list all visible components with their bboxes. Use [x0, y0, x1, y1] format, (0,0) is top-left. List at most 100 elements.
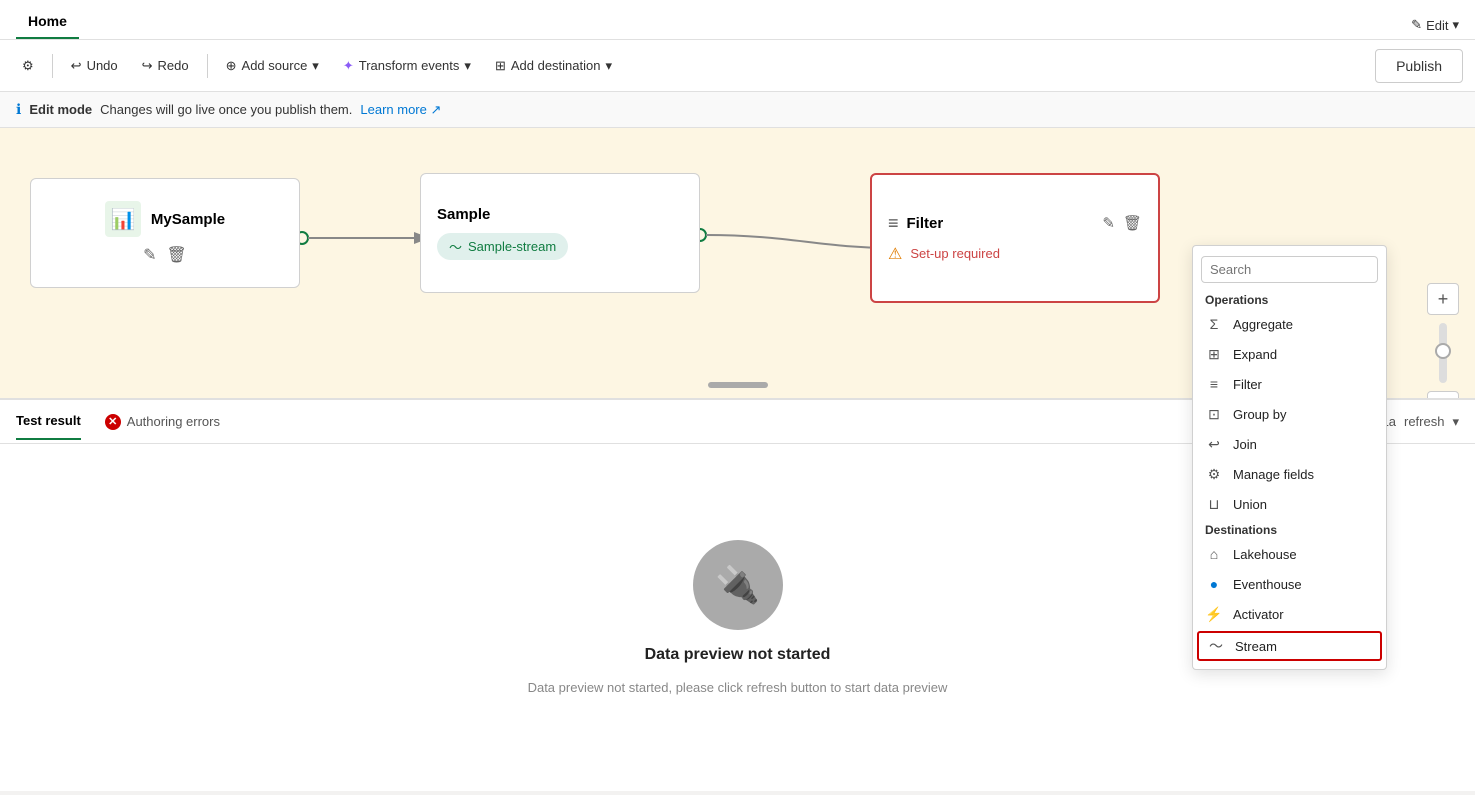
settings-button[interactable]: ⚙ — [12, 52, 44, 80]
mysample-delete-icon[interactable]: 🗑 — [167, 245, 187, 265]
edit-mode-label: Edit mode — [29, 102, 92, 117]
join-label: Join — [1233, 437, 1257, 452]
home-tab[interactable]: Home — [16, 5, 79, 39]
refresh-label: refresh — [1404, 414, 1444, 429]
zoom-handle[interactable] — [1435, 343, 1451, 359]
transform-chevron-icon: ▾ — [464, 58, 471, 74]
info-bar: ℹ Edit mode Changes will go live once yo… — [0, 92, 1475, 128]
filter-header-icon: ≡ — [888, 213, 899, 234]
preview-subtitle: Data preview not started, please click r… — [528, 680, 948, 695]
manage-fields-label: Manage fields — [1233, 467, 1314, 482]
dropdown-item-eventhouse[interactable]: ● Eventhouse — [1193, 569, 1386, 599]
toolbar-separator — [52, 54, 53, 78]
eventhouse-label: Eventhouse — [1233, 577, 1302, 592]
dropdown-item-stream[interactable]: 〜 Stream — [1197, 631, 1382, 661]
dropdown-search-input[interactable] — [1201, 256, 1378, 283]
add-destination-chevron-icon: ▾ — [605, 58, 612, 74]
filter-header: ≡ Filter — [888, 213, 943, 234]
activator-label: Activator — [1233, 607, 1284, 622]
zoom-out-button[interactable]: − — [1427, 391, 1459, 398]
title-bar-right: ✎ Edit ▾ — [1411, 17, 1459, 39]
expand-label: Expand — [1233, 347, 1277, 362]
stream-chip-icon: 〜 — [449, 237, 462, 256]
operations-dropdown: Operations Σ Aggregate ⊞ Expand ≡ Filter… — [1192, 245, 1387, 670]
stream-icon: 〜 — [1207, 637, 1225, 655]
stream-chip-label: Sample-stream — [468, 239, 556, 254]
add-destination-icon: ⊞ — [495, 58, 506, 74]
undo-icon: ↩ — [71, 58, 82, 74]
toolbar-separator-2 — [207, 54, 208, 78]
tab-errors-label: Authoring errors — [127, 414, 220, 429]
external-link-icon: ↗ — [430, 102, 441, 117]
operations-section-title: Operations — [1193, 289, 1386, 309]
error-count-badge: ✕ — [105, 414, 121, 430]
learn-more-link[interactable]: Learn more ↗ — [360, 102, 441, 118]
destinations-section-title: Destinations — [1193, 519, 1386, 539]
redo-icon: ↪ — [142, 58, 153, 74]
edit-label: Edit — [1426, 18, 1448, 33]
zoom-in-button[interactable]: + — [1427, 283, 1459, 315]
canvas-scrollbar[interactable] — [708, 382, 768, 388]
mysample-edit-icon[interactable]: ✎ — [143, 245, 156, 265]
filter-status-label: Set-up required — [910, 246, 1000, 261]
dropdown-item-join[interactable]: ↩ Join — [1193, 429, 1386, 459]
publish-button[interactable]: Publish — [1375, 49, 1463, 83]
bottom-chevron-icon[interactable]: ▾ — [1452, 414, 1459, 430]
tab-test-result[interactable]: Test result — [16, 403, 81, 440]
sample-title: Sample — [437, 206, 683, 223]
toolbar: ⚙ ↩ Undo ↪ Redo ⊕ Add source ▾ ✦ Transfo… — [0, 40, 1475, 92]
dropdown-item-manage-fields[interactable]: ⚙ Manage fields — [1193, 459, 1386, 489]
transform-label: Transform events — [359, 58, 460, 73]
filter-dropdown-label: Filter — [1233, 377, 1262, 392]
add-source-button[interactable]: ⊕ Add source ▾ — [216, 52, 329, 80]
preview-title: Data preview not started — [645, 646, 831, 664]
dropdown-item-filter[interactable]: ≡ Filter — [1193, 369, 1386, 399]
add-source-icon: ⊕ — [226, 58, 237, 74]
aggregate-icon: Σ — [1205, 315, 1223, 333]
add-source-chevron-icon: ▾ — [312, 58, 319, 74]
manage-fields-icon: ⚙ — [1205, 465, 1223, 483]
stream-label: Stream — [1235, 639, 1277, 654]
mysample-node: 📊 MySample ✎ 🗑 — [30, 178, 300, 288]
filter-node: ≡ Filter ✎ 🗑 ⚠ Set-up required — [870, 173, 1160, 303]
dropdown-item-expand[interactable]: ⊞ Expand — [1193, 339, 1386, 369]
zoom-slider[interactable] — [1439, 323, 1447, 383]
edit-chevron-icon: ▾ — [1452, 17, 1459, 33]
transform-events-button[interactable]: ✦ Transform events ▾ — [333, 52, 481, 80]
union-label: Union — [1233, 497, 1267, 512]
dropdown-item-lakehouse[interactable]: ⌂ Lakehouse — [1193, 539, 1386, 569]
edit-button[interactable]: ✎ Edit ▾ — [1411, 17, 1459, 33]
redo-button[interactable]: ↪ Redo — [132, 52, 199, 80]
union-icon: ⊔ — [1205, 495, 1223, 513]
dropdown-item-activator[interactable]: ⚡ Activator — [1193, 599, 1386, 629]
join-icon: ↩ — [1205, 435, 1223, 453]
refresh-button[interactable]: refresh — [1404, 414, 1444, 429]
expand-icon: ⊞ — [1205, 345, 1223, 363]
add-destination-label: Add destination — [511, 58, 601, 73]
aggregate-label: Aggregate — [1233, 317, 1293, 332]
filter-status: ⚠ Set-up required — [888, 244, 1142, 264]
undo-button[interactable]: ↩ Undo — [61, 52, 128, 80]
sample-node: Sample 〜 Sample-stream — [420, 173, 700, 293]
edit-icon: ✎ — [1411, 17, 1422, 33]
info-icon: ℹ — [16, 101, 21, 118]
filter-dropdown-icon: ≡ — [1205, 375, 1223, 393]
filter-actions: ✎ 🗑 — [1102, 214, 1142, 232]
dropdown-item-union[interactable]: ⊔ Union — [1193, 489, 1386, 519]
add-source-label: Add source — [242, 58, 308, 73]
lakehouse-icon: ⌂ — [1205, 545, 1223, 563]
tab-authoring-errors[interactable]: ✕ Authoring errors — [105, 414, 220, 430]
preview-icon-circle: 🔌 — [693, 540, 783, 630]
mysample-icon: 📊 — [105, 201, 141, 237]
filter-edit-icon[interactable]: ✎ — [1102, 214, 1115, 232]
dropdown-item-aggregate[interactable]: Σ Aggregate — [1193, 309, 1386, 339]
filter-title: Filter — [907, 215, 944, 232]
add-destination-button[interactable]: ⊞ Add destination ▾ — [485, 52, 622, 80]
warning-icon: ⚠ — [888, 244, 902, 264]
zoom-controls: + − — [1427, 283, 1459, 398]
dropdown-item-groupby[interactable]: ⊡ Group by — [1193, 399, 1386, 429]
filter-delete-icon[interactable]: 🗑 — [1123, 214, 1142, 232]
mysample-node-inner: 📊 MySample — [105, 201, 225, 237]
redo-label: Redo — [158, 58, 189, 73]
mysample-title: MySample — [151, 211, 225, 228]
